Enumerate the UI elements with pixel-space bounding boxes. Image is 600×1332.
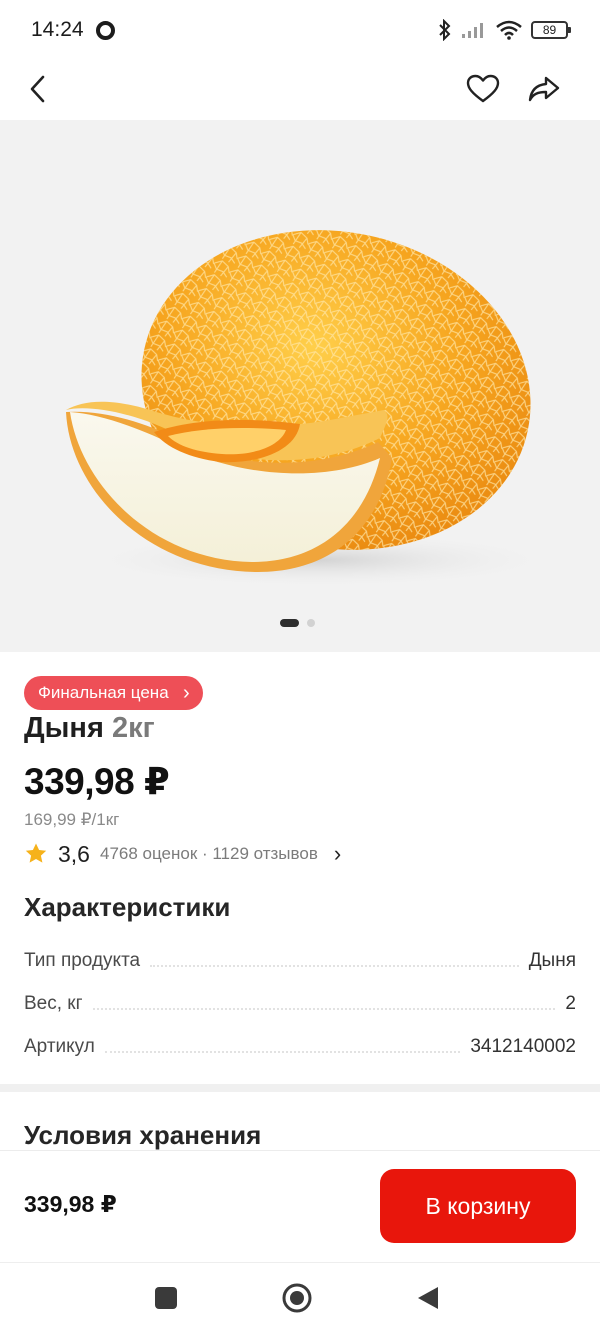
spec-row: Вес, кг 2 xyxy=(24,985,576,1015)
buy-bar-price: 339,98 ₽ xyxy=(24,1191,117,1217)
chevron-right-icon: › xyxy=(333,841,342,866)
status-time: 14:24 xyxy=(31,18,84,41)
spec-dot-leader xyxy=(104,1051,461,1053)
home-circle-icon xyxy=(282,1283,312,1313)
chevron-right-icon: › xyxy=(182,682,190,704)
spec-value: Дыня xyxy=(528,950,576,971)
pagination-dot-active xyxy=(280,619,299,627)
final-price-badge[interactable]: Финальная цена › xyxy=(24,676,203,710)
specs-title: Характеристики xyxy=(24,892,231,922)
wifi-icon xyxy=(496,20,522,40)
rating-value: 3,6 xyxy=(58,840,90,867)
buy-bar: 339,98 ₽ В корзину xyxy=(0,1150,600,1262)
system-nav-bar xyxy=(0,1262,600,1332)
product-weight: 2кг xyxy=(111,712,155,744)
signal-icon xyxy=(462,23,483,38)
pagination-dot xyxy=(307,619,315,627)
circle-icon xyxy=(95,20,115,40)
product-title: Дыня 2кг xyxy=(24,712,155,745)
spec-row: Артикул 3412140002 xyxy=(24,1028,576,1058)
spec-label: Тип продукта xyxy=(24,950,141,971)
product-price: 339,98 ₽ xyxy=(24,761,170,802)
rating-count: 4768 оценок · 1129 отзывов xyxy=(99,844,318,863)
section-divider xyxy=(0,1084,600,1092)
spec-dot-leader xyxy=(92,1008,556,1010)
unit-price: 169,99 ₽/1кг xyxy=(24,810,120,829)
back-button[interactable] xyxy=(16,67,60,111)
product-name: Дыня xyxy=(24,712,104,744)
chevron-left-icon xyxy=(30,75,45,103)
top-nav xyxy=(0,60,600,118)
storage-title: Условия хранения xyxy=(24,1120,262,1150)
spec-row: Тип продукта Дыня xyxy=(24,942,576,972)
spec-label: Вес, кг xyxy=(24,993,83,1014)
square-icon xyxy=(155,1287,177,1309)
system-back-button[interactable] xyxy=(410,1280,446,1316)
gallery-pagination xyxy=(280,619,315,627)
favorite-button[interactable] xyxy=(461,67,505,111)
star-icon xyxy=(25,843,47,863)
melon-photo xyxy=(66,230,560,588)
add-to-cart-button[interactable]: В корзину xyxy=(380,1169,576,1243)
battery-icon: 89 xyxy=(531,21,571,39)
status-bar: 14:24 89 xyxy=(0,0,600,60)
home-button[interactable] xyxy=(279,1280,315,1316)
triangle-back-icon xyxy=(418,1287,438,1309)
spec-dot-leader xyxy=(150,965,519,967)
heart-icon xyxy=(466,74,500,103)
share-icon xyxy=(528,76,560,102)
recents-button[interactable] xyxy=(148,1280,184,1316)
product-gallery[interactable] xyxy=(0,120,600,652)
spec-value: 3412140002 xyxy=(470,1036,576,1057)
spec-label: Артикул xyxy=(24,1036,95,1057)
share-button[interactable] xyxy=(522,67,566,111)
bluetooth-icon xyxy=(439,19,451,41)
spec-value: 2 xyxy=(565,993,576,1014)
rating-link[interactable]: 3,6 4768 оценок · 1129 отзывов › xyxy=(24,838,341,870)
badge-label: Финальная цена xyxy=(38,683,169,702)
